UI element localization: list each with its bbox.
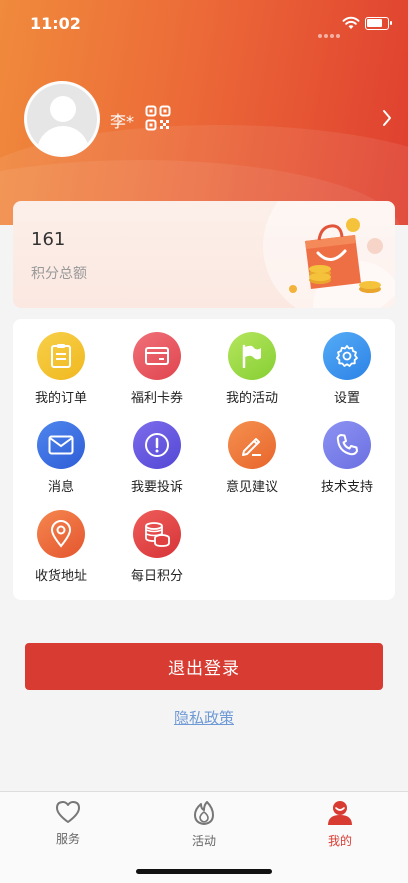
menu-item-my-orders[interactable]: 我的订单 — [13, 319, 109, 406]
menu-item-label: 我要投诉 — [130, 480, 183, 495]
tab-service[interactable]: 服务 — [28, 800, 108, 847]
menu-grid: 我的订单 福利卡券 我的活动 设置 消息 我要投诉 意见建议 技术支持 收货地址… — [13, 319, 395, 600]
menu-item-suggestions[interactable]: 意见建议 — [204, 408, 300, 495]
location-pin-icon — [50, 520, 72, 548]
menu-item-daily-points[interactable]: 每日积分 — [109, 497, 205, 584]
wifi-icon — [342, 16, 360, 29]
menu-item-label: 福利卡券 — [130, 391, 183, 406]
flame-icon — [194, 801, 214, 825]
status-bar: 11:02 — [0, 0, 408, 48]
tab-label: 服务 — [55, 832, 80, 846]
profile-header: 11:02 李* — [0, 0, 408, 225]
exclamation-icon — [145, 433, 169, 457]
menu-item-label: 收货地址 — [34, 569, 87, 584]
home-indicator — [136, 869, 272, 874]
user-icon — [328, 801, 352, 825]
username: 李* — [110, 112, 135, 131]
menu-item-address[interactable]: 收货地址 — [13, 497, 109, 584]
tab-activities[interactable]: 活动 — [164, 800, 244, 849]
tab-mine[interactable]: 我的 — [300, 800, 380, 849]
status-time: 11:02 — [30, 14, 81, 33]
clipboard-icon — [51, 344, 71, 368]
tab-label: 活动 — [191, 834, 216, 848]
heart-icon — [56, 801, 80, 823]
coin-stack-icon — [145, 522, 170, 547]
menu-item-label: 技术支持 — [320, 480, 373, 495]
points-value: 161 — [31, 229, 66, 250]
shopping-bag-icon — [289, 218, 383, 293]
menu-item-my-activities[interactable]: 我的活动 — [204, 319, 300, 406]
avatar[interactable] — [24, 81, 100, 157]
qr-code-icon[interactable] — [145, 105, 171, 131]
signal-icon — [318, 23, 342, 42]
tab-label: 我的 — [327, 834, 352, 848]
menu-item-complaint[interactable]: 我要投诉 — [109, 408, 205, 495]
menu-item-label: 我的活动 — [225, 391, 278, 406]
card-icon — [145, 347, 169, 365]
menu-item-settings[interactable]: 设置 — [299, 319, 395, 406]
menu-item-tech-support[interactable]: 技术支持 — [299, 408, 395, 495]
pencil-icon — [242, 438, 261, 456]
menu-item-coupons[interactable]: 福利卡券 — [109, 319, 205, 406]
points-label: 积分总额 — [31, 266, 87, 282]
menu-item-label: 我的订单 — [34, 391, 87, 406]
phone-icon — [336, 434, 358, 456]
menu-item-messages[interactable]: 消息 — [13, 408, 109, 495]
menu-item-label: 每日积分 — [130, 569, 183, 584]
menu-item-label: 消息 — [47, 480, 74, 495]
flag-icon — [242, 344, 261, 368]
battery-icon — [365, 17, 392, 30]
privacy-policy-link[interactable]: 隐私政策 — [0, 707, 408, 728]
points-card[interactable]: 161 积分总额 — [13, 201, 395, 308]
gear-icon — [336, 345, 358, 367]
chevron-right-icon[interactable] — [382, 109, 392, 127]
envelope-icon — [48, 435, 74, 455]
logout-button[interactable]: 退出登录 — [25, 643, 383, 690]
menu-item-label: 设置 — [333, 391, 360, 406]
menu-item-label: 意见建议 — [225, 480, 278, 495]
